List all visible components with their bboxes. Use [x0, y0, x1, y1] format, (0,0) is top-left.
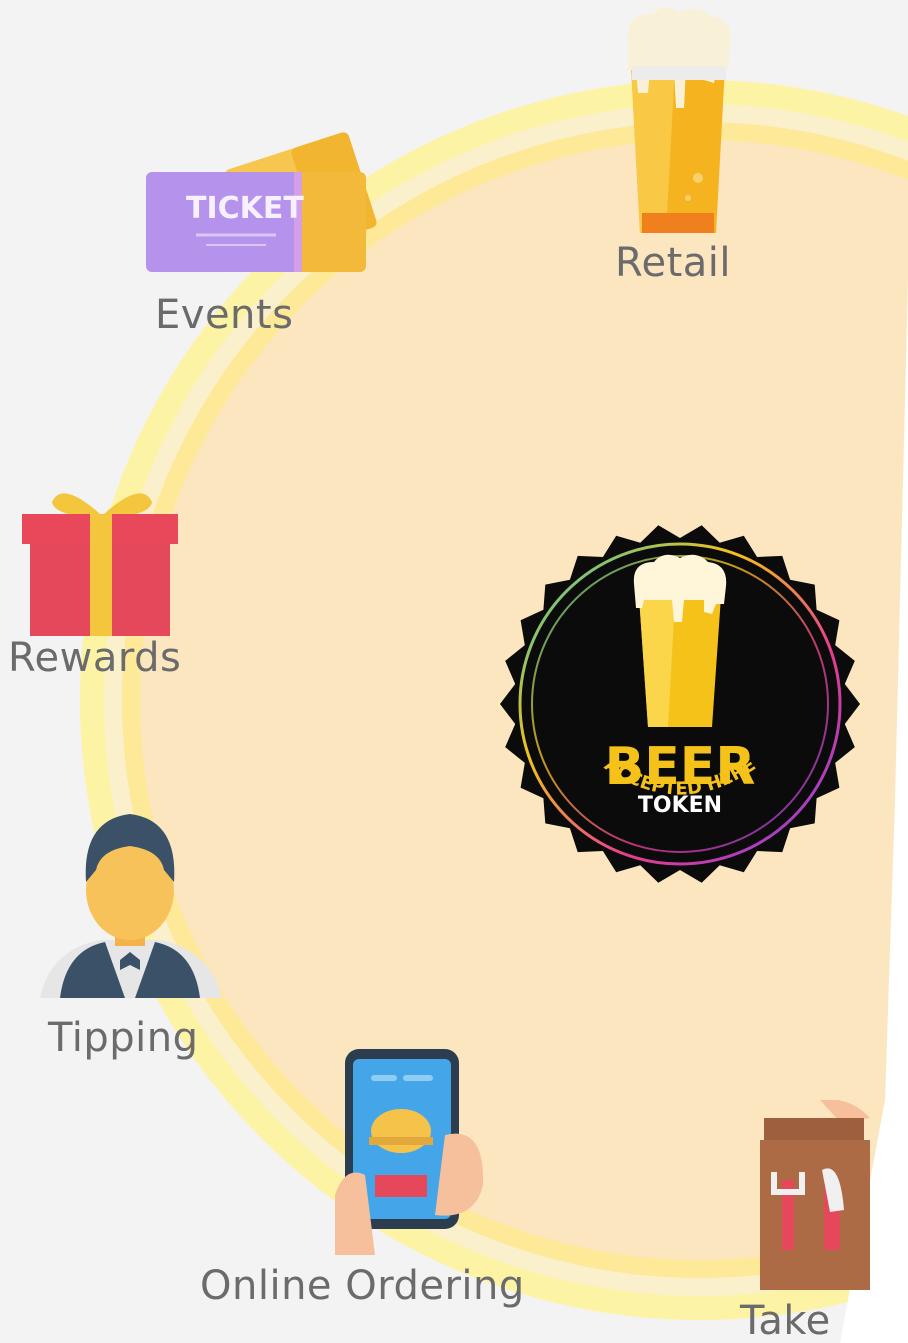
takeaway-bag-icon: [760, 1100, 870, 1290]
rewards-item[interactable]: Rewards: [8, 480, 208, 690]
phone-order-icon: [335, 1049, 484, 1255]
gift-icon: [22, 493, 178, 636]
waiter-icon: [40, 814, 222, 998]
rewards-label: Rewards: [8, 635, 182, 681]
online-ordering-item[interactable]: Online Ordering: [195, 1045, 555, 1320]
beer-token-badge: BEER TOKEN ACCEPTED HERE: [500, 525, 860, 883]
events-label: Events: [155, 292, 294, 338]
online-ordering-label: Online Ordering: [200, 1263, 525, 1309]
ticket-icon: TICKET: [146, 132, 377, 272]
takeaway-label: Take: [740, 1298, 831, 1343]
events-item[interactable]: TICKET Events: [140, 110, 380, 345]
tipping-item[interactable]: Tipping: [30, 800, 230, 1075]
retail-label: Retail: [615, 240, 732, 286]
retail-item[interactable]: Retail: [600, 0, 770, 300]
beer-token-diagram: Retail TICKET Events Rewards Tipping Onl…: [0, 0, 908, 1343]
ticket-text: TICKET: [186, 191, 304, 226]
beer-glass-icon: [627, 8, 731, 233]
tipping-label: Tipping: [48, 1015, 199, 1061]
takeaway-item[interactable]: Take: [740, 1100, 908, 1343]
